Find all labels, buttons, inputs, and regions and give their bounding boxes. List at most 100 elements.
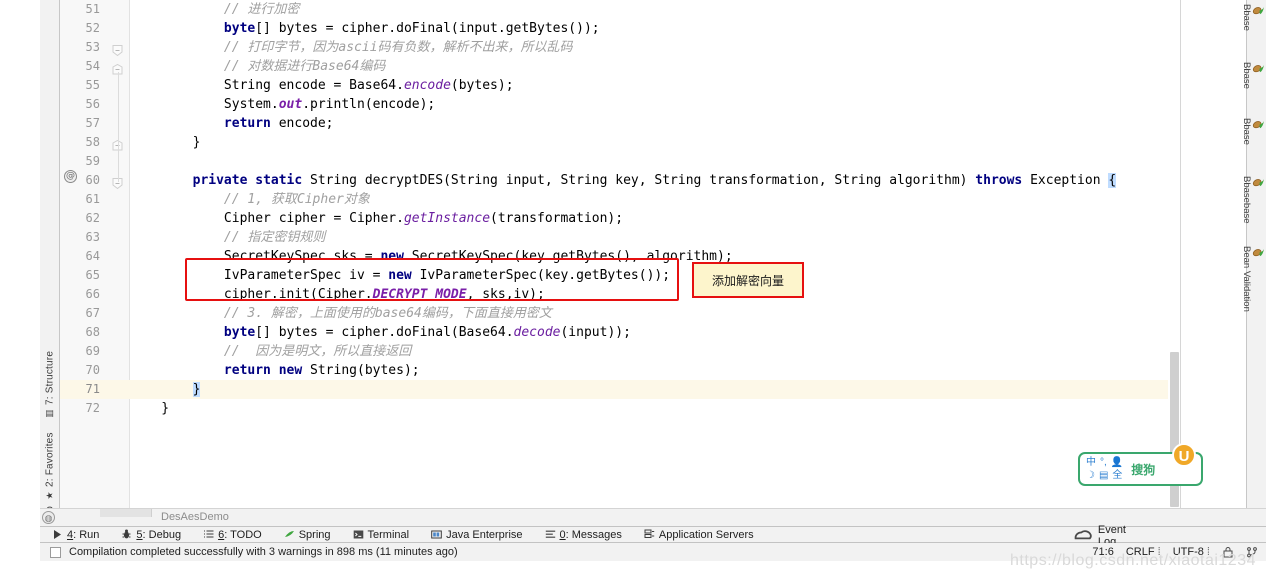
- tool-window-shortcut: 5: [136, 528, 143, 541]
- code-line[interactable]: // 因为是明文，所以直接返回: [130, 342, 1180, 361]
- code-line[interactable]: String encode = Base64.encode(bytes);: [130, 76, 1180, 95]
- right-tab-3[interactable]: Bbase: [1241, 118, 1265, 145]
- structure-icon: ▥: [44, 409, 55, 418]
- sogou-logo-icon[interactable]: U: [1172, 443, 1196, 467]
- right-tab-2[interactable]: Bbase: [1241, 62, 1265, 89]
- ime-keyboard-icon[interactable]: ▤: [1099, 470, 1108, 482]
- fold-marker-icon[interactable]: [112, 45, 124, 57]
- line-number: 53: [85, 40, 100, 54]
- code-line[interactable]: // 打印字节，因为ascii码有负数，解析不出来，所以乱码: [130, 38, 1180, 57]
- code-line[interactable]: SecretKeySpec sks = new SecretKeySpec(ke…: [130, 247, 1180, 266]
- breadcrumb-bar: ◍ DesAesDemo: [40, 508, 1266, 526]
- editor-right-border: [1180, 0, 1181, 508]
- ime-controls: 中 °, 👤 ☽ ▤ 全: [1086, 457, 1123, 482]
- right-tab-4[interactable]: Bbasebase: [1241, 176, 1265, 224]
- line-number: 55: [85, 78, 100, 92]
- code-line[interactable]: byte[] bytes = cipher.doFinal(input.getB…: [130, 19, 1180, 38]
- code-line[interactable]: IvParameterSpec iv = new IvParameterSpec…: [130, 266, 1180, 285]
- line-number: 62: [85, 211, 100, 225]
- line-number: 69: [85, 344, 100, 358]
- ime-width-button[interactable]: 全: [1112, 470, 1122, 482]
- right-tab-label: Bbasebase: [1241, 176, 1252, 224]
- tool-window-label: 5: Debug: [136, 528, 182, 541]
- ime-moon-icon[interactable]: ☽: [1086, 470, 1095, 482]
- line-number-current: 71: [85, 382, 100, 396]
- code-line[interactable]: // 指定密钥规则: [130, 228, 1180, 247]
- code-line[interactable]: return new String(bytes);: [130, 361, 1180, 380]
- code-line[interactable]: byte[] bytes = cipher.doFinal(Base64.dec…: [130, 323, 1180, 342]
- file-encoding[interactable]: UTF-8 ⁞: [1173, 546, 1210, 558]
- bean-icon: [1252, 248, 1265, 257]
- right-tool-strip: Bbase Bbase Bbase Bbasebase Bean Validation: [1241, 0, 1266, 526]
- tool-window-button-applicationservers[interactable]: Application Servers: [644, 529, 764, 541]
- ime-row-bottom: ☽ ▤ 全: [1086, 470, 1123, 482]
- override-marker-icon[interactable]: @: [64, 170, 77, 183]
- code-line[interactable]: // 进行加密: [130, 0, 1180, 19]
- status-bar-right: 71:6 CRLF ⁞ UTF-8 ⁞: [1092, 543, 1258, 561]
- code-line[interactable]: System.out.println(encode);: [130, 95, 1180, 114]
- code-line[interactable]: }: [130, 380, 1180, 399]
- code-editor[interactable]: // 进行加密 byte[] bytes = cipher.doFinal(in…: [130, 0, 1180, 508]
- caret-position[interactable]: 71:6: [1092, 546, 1113, 558]
- line-number: 51: [85, 2, 100, 16]
- line-number: 66: [85, 287, 100, 301]
- tool-window-button-run[interactable]: 4: Run: [52, 529, 109, 541]
- line-number: 61: [85, 192, 100, 206]
- tool-window-label: Java Enterprise: [446, 528, 523, 541]
- right-tab-1[interactable]: Bbase: [1241, 4, 1265, 31]
- status-bar: Compilation completed successfully with …: [40, 543, 1266, 561]
- tool-window-button-javaenterprise[interactable]: Java Enterprise: [431, 529, 532, 541]
- tool-window-button-messages[interactable]: 0: Messages: [545, 529, 632, 541]
- line-separator[interactable]: CRLF ⁞: [1126, 546, 1161, 558]
- star-icon: ★: [44, 491, 55, 500]
- globe-icon[interactable]: ◍: [42, 511, 55, 524]
- tool-window-button-todo[interactable]: 6: TODO: [203, 529, 272, 541]
- code-line[interactable]: Cipher cipher = Cipher.getInstance(trans…: [130, 209, 1180, 228]
- tool-window-button-terminal[interactable]: Terminal: [353, 529, 420, 541]
- tool-window-label: 0: Messages: [559, 528, 622, 541]
- line-number: 56: [85, 97, 100, 111]
- event-log-button[interactable]: Event Log: [1072, 524, 1126, 548]
- bean-icon: [1252, 6, 1265, 15]
- annotation-note: 添加解密向量: [692, 262, 804, 298]
- tool-window-bar: 4: Run 5: Debug 6: TODO Spring Terminal Java …: [40, 524, 1266, 548]
- tool-window-label: Spring: [298, 528, 331, 541]
- ime-brand-label: 搜狗: [1131, 462, 1156, 477]
- code-line[interactable]: [130, 152, 1180, 171]
- ime-row-top: 中 °, 👤: [1086, 457, 1123, 469]
- status-checkbox-icon[interactable]: [50, 546, 61, 558]
- tool-window-label: Application Servers: [658, 528, 754, 541]
- tool-window-button-debug[interactable]: 5: Debug: [121, 529, 191, 541]
- code-line[interactable]: return encode;: [130, 114, 1180, 133]
- code-line[interactable]: }: [130, 133, 1180, 152]
- ime-punctuation-button[interactable]: °,: [1100, 457, 1107, 469]
- tool-tab-stub: [100, 509, 152, 517]
- line-number: 57: [85, 116, 100, 130]
- right-tab-label: Bbase: [1241, 4, 1252, 31]
- breadcrumb[interactable]: DesAesDemo: [161, 511, 229, 523]
- ide-window: ▥ 7: Structure ★ 2: Favorites ◍ Web 5152…: [0, 0, 1266, 582]
- code-line[interactable]: // 对数据进行Base64编码: [130, 57, 1180, 76]
- sidebar-item-favorites[interactable]: ★ 2: Favorites: [40, 424, 60, 500]
- line-number: 65: [85, 268, 100, 282]
- code-line[interactable]: // 1, 获取Cipher对象: [130, 190, 1180, 209]
- right-tab-5[interactable]: Bean Validation: [1241, 246, 1265, 312]
- line-number: 58: [85, 135, 100, 149]
- ime-mode-button[interactable]: 中: [1086, 457, 1096, 469]
- bean-icon: [1252, 178, 1265, 187]
- code-line[interactable]: // 3. 解密，上面使用的base64编码，下面直接用密文: [130, 304, 1180, 323]
- bean-icon: [1252, 120, 1265, 129]
- line-number: 70: [85, 363, 100, 377]
- lock-icon[interactable]: [1222, 546, 1234, 558]
- sidebar-item-structure[interactable]: ▥ 7: Structure: [40, 338, 60, 418]
- fold-connector-line: [117, 72, 119, 182]
- tool-window-button-spring[interactable]: Spring: [284, 529, 341, 541]
- right-tab-label: Bbase: [1241, 62, 1252, 89]
- line-number: 68: [85, 325, 100, 339]
- sidebar-item-label: 2: Favorites: [44, 432, 56, 487]
- branch-icon[interactable]: [1246, 546, 1258, 558]
- code-line[interactable]: private static String decryptDES(String …: [130, 171, 1180, 190]
- user-icon[interactable]: 👤: [1111, 457, 1123, 469]
- code-line[interactable]: }: [130, 399, 1180, 418]
- code-line[interactable]: cipher.init(Cipher.DECRYPT_MODE, sks,iv)…: [130, 285, 1180, 304]
